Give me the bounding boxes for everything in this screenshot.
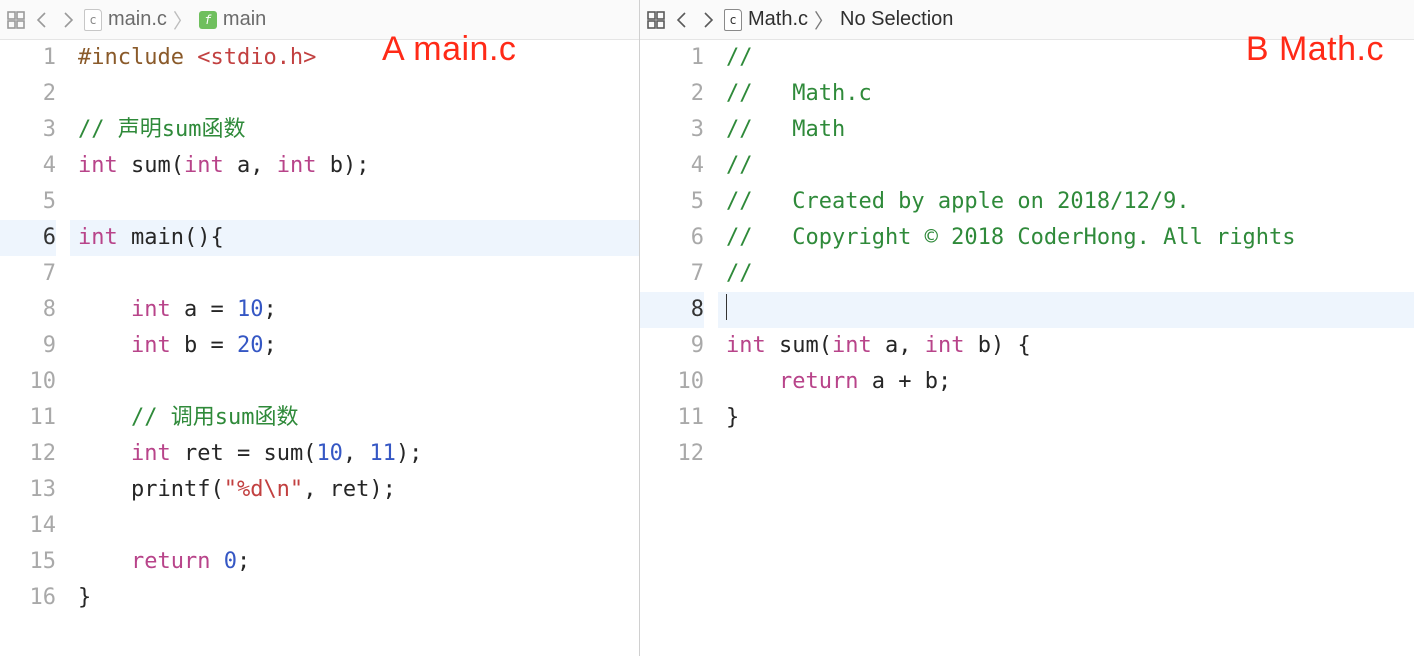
code-line[interactable]: // 调用sum函数	[70, 400, 639, 436]
editor-pane-left: c main.c 〉 f main A main.c 1234567891011…	[0, 0, 640, 656]
line-number: 2	[640, 76, 704, 112]
line-number: 10	[640, 364, 704, 400]
function-icon: f	[199, 11, 217, 29]
line-number: 10	[0, 364, 56, 400]
code-editor-right[interactable]: 123456789101112 //// Math.c// Math//// C…	[640, 40, 1414, 656]
line-number: 15	[0, 544, 56, 580]
line-number: 16	[0, 580, 56, 616]
code-line[interactable]: int a = 10;	[70, 292, 639, 328]
code-line[interactable]: int ret = sum(10, 11);	[70, 436, 639, 472]
nav-back-icon[interactable]	[672, 10, 692, 30]
line-number: 6	[0, 220, 56, 256]
code-line[interactable]: // 声明sum函数	[70, 112, 639, 148]
line-gutter: 12345678910111213141516	[0, 40, 70, 656]
code-line[interactable]: printf("%d\n", ret);	[70, 472, 639, 508]
c-file-icon: c	[84, 9, 102, 31]
c-file-icon: c	[724, 9, 742, 31]
line-number: 9	[0, 328, 56, 364]
editor-pane-right: c Math.c 〉 No Selection B Math.c 1234567…	[640, 0, 1414, 656]
line-number: 14	[0, 508, 56, 544]
line-number: 4	[640, 148, 704, 184]
line-number: 3	[0, 112, 56, 148]
breadcrumb-file-label: Math.c	[748, 8, 808, 31]
text-cursor	[726, 294, 727, 320]
breadcrumb-symbol-label: No Selection	[840, 8, 953, 31]
nav-forward-icon[interactable]	[58, 10, 78, 30]
code-line[interactable]: int sum(int a, int b) {	[718, 328, 1414, 364]
line-number: 9	[640, 328, 704, 364]
code-line[interactable]: int sum(int a, int b);	[70, 148, 639, 184]
line-number: 7	[0, 256, 56, 292]
line-number: 11	[0, 400, 56, 436]
line-number: 13	[0, 472, 56, 508]
code-line[interactable]: #include <stdio.h>	[70, 40, 639, 76]
breadcrumb-file[interactable]: c Math.c	[724, 8, 808, 31]
code-line[interactable]	[70, 364, 639, 400]
code-line[interactable]: //	[718, 256, 1414, 292]
related-items-icon[interactable]	[646, 10, 666, 30]
line-gutter: 123456789101112	[640, 40, 718, 656]
related-items-icon[interactable]	[6, 10, 26, 30]
line-number: 12	[0, 436, 56, 472]
line-number: 2	[0, 76, 56, 112]
breadcrumb-file-label: main.c	[108, 8, 167, 31]
code-line[interactable]: int main(){	[70, 220, 639, 256]
breadcrumb-symbol-label: main	[223, 8, 266, 31]
code-line[interactable]	[70, 256, 639, 292]
breadcrumb-symbol[interactable]: No Selection	[840, 8, 953, 31]
line-number: 7	[640, 256, 704, 292]
jump-bar-right: c Math.c 〉 No Selection	[640, 0, 1414, 40]
code-line[interactable]: }	[70, 580, 639, 616]
line-number: 3	[640, 112, 704, 148]
line-number: 12	[640, 436, 704, 472]
nav-back-icon[interactable]	[32, 10, 52, 30]
code-line[interactable]	[70, 508, 639, 544]
code-line[interactable]: return 0;	[70, 544, 639, 580]
code-line[interactable]	[718, 292, 1414, 328]
workspace: c main.c 〉 f main A main.c 1234567891011…	[0, 0, 1414, 656]
code-line[interactable]: //	[718, 40, 1414, 76]
nav-forward-icon[interactable]	[698, 10, 718, 30]
code-line[interactable]: // Math.c	[718, 76, 1414, 112]
chevron-right-icon: 〉	[814, 5, 834, 34]
code-area[interactable]: //// Math.c// Math//// Created by apple …	[718, 40, 1414, 656]
jump-bar-left: c main.c 〉 f main	[0, 0, 639, 40]
code-line[interactable]: }	[718, 400, 1414, 436]
line-number: 4	[0, 148, 56, 184]
code-area[interactable]: #include <stdio.h> // 声明sum函数int sum(int …	[70, 40, 639, 656]
line-number: 8	[640, 292, 704, 328]
line-number: 1	[0, 40, 56, 76]
line-number: 5	[640, 184, 704, 220]
line-number: 6	[640, 220, 704, 256]
code-line[interactable]	[718, 436, 1414, 472]
line-number: 11	[640, 400, 704, 436]
line-number: 5	[0, 184, 56, 220]
code-editor-left[interactable]: 12345678910111213141516 #include <stdio.…	[0, 40, 639, 656]
code-line[interactable]	[70, 76, 639, 112]
breadcrumb-file[interactable]: c main.c	[84, 8, 167, 31]
code-line[interactable]	[70, 184, 639, 220]
chevron-right-icon: 〉	[173, 5, 193, 34]
line-number: 1	[640, 40, 704, 76]
code-line[interactable]: return a + b;	[718, 364, 1414, 400]
code-line[interactable]: // Copyright © 2018 CoderHong. All right…	[718, 220, 1414, 256]
line-number: 8	[0, 292, 56, 328]
code-line[interactable]: // Math	[718, 112, 1414, 148]
code-line[interactable]: //	[718, 148, 1414, 184]
code-line[interactable]: // Created by apple on 2018/12/9.	[718, 184, 1414, 220]
breadcrumb-symbol[interactable]: f main	[199, 8, 266, 31]
code-line[interactable]: int b = 20;	[70, 328, 639, 364]
